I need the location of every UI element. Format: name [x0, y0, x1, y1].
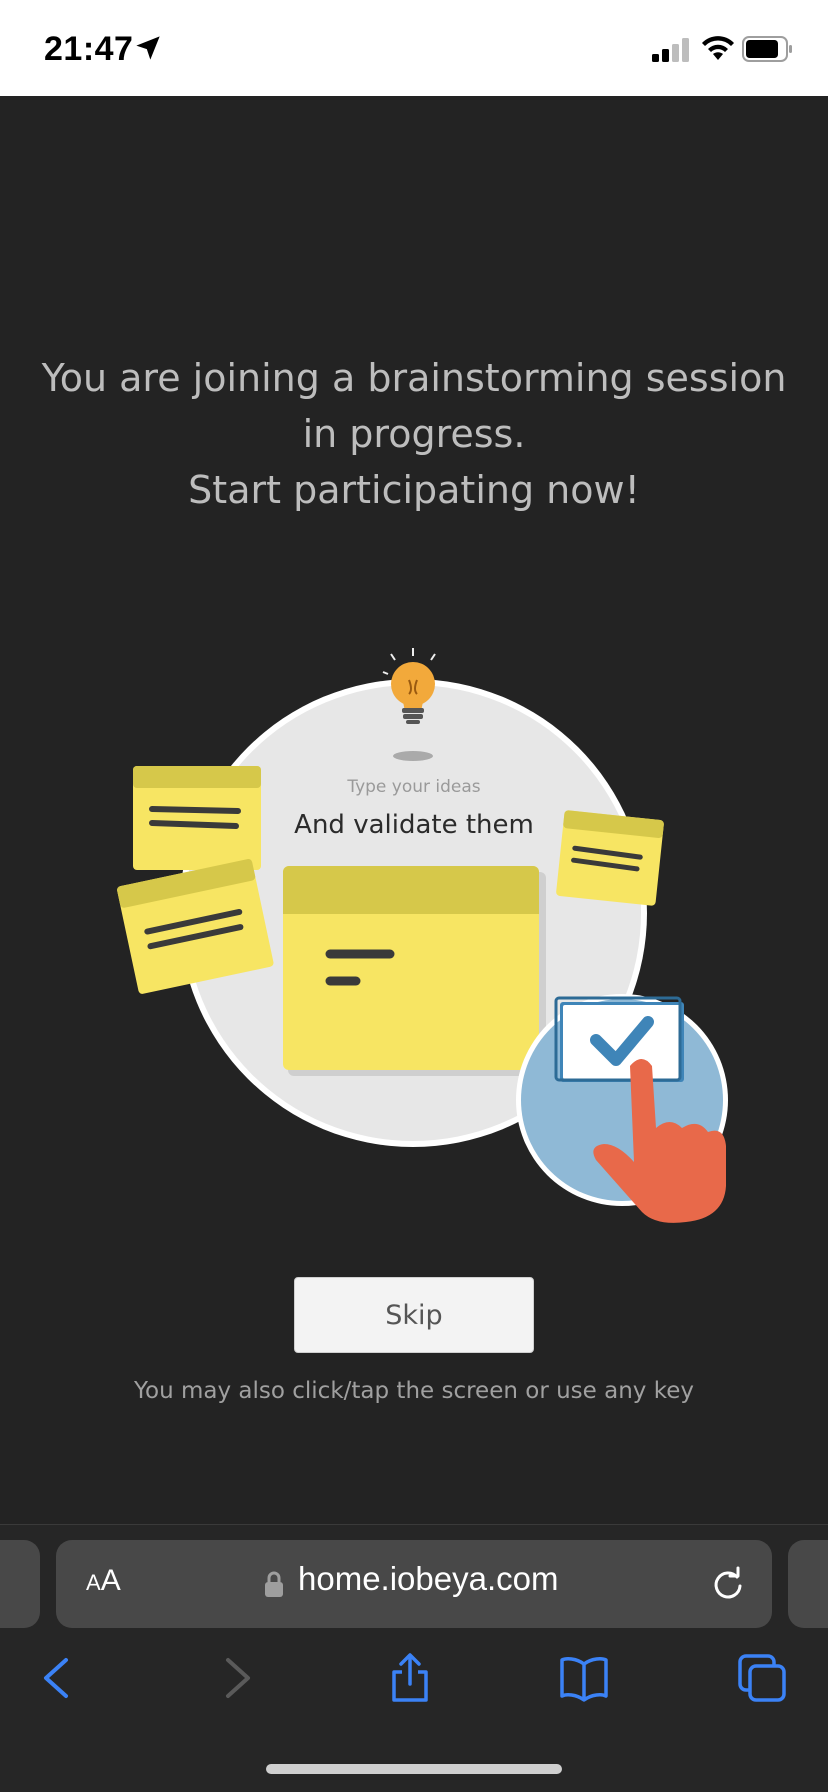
headline-line-2: in progress.	[302, 412, 526, 456]
sticky-note-center	[283, 866, 546, 1076]
location-arrow-icon	[136, 36, 160, 60]
bookmarks-icon[interactable]	[558, 1652, 610, 1704]
skip-button[interactable]: Skip	[294, 1277, 534, 1353]
sticky-note-right	[556, 810, 664, 906]
reload-icon[interactable]	[710, 1566, 746, 1602]
illustration-caption-small: Type your ideas	[347, 777, 481, 797]
back-icon[interactable]	[32, 1652, 84, 1704]
share-icon[interactable]	[384, 1652, 436, 1704]
text-size-button[interactable]: A A	[86, 1564, 136, 1604]
brainstorm-illustration	[117, 648, 728, 1223]
intro-headline: You are joining a brainstorming session …	[0, 350, 828, 518]
cellular-signal-icon	[652, 38, 689, 62]
validate-hand-icon	[516, 994, 728, 1223]
wifi-icon	[702, 36, 734, 60]
text-size-large-a: A	[100, 1564, 121, 1597]
text-size-small-a: A	[86, 1570, 101, 1595]
previous-tab-peek[interactable]	[0, 1540, 40, 1628]
headline-line-1: You are joining a brainstorming session	[41, 356, 787, 400]
status-time: 21:47	[44, 30, 134, 68]
url-text: home.iobeya.com	[298, 1560, 559, 1597]
tabs-icon[interactable]	[736, 1652, 788, 1704]
next-tab-peek[interactable]	[788, 1540, 828, 1628]
skip-hint-text: You may also click/tap the screen or use…	[134, 1378, 694, 1404]
lock-icon	[265, 1571, 283, 1597]
forward-icon[interactable]	[210, 1652, 262, 1704]
status-bar: 21:47	[0, 0, 828, 96]
illustration-caption-main: And validate them	[294, 810, 534, 840]
home-indicator	[266, 1764, 562, 1774]
sticky-note-top-left	[133, 766, 261, 870]
address-bar[interactable]: A A home.iobeya.com	[56, 1540, 772, 1628]
headline-line-3: Start participating now!	[188, 468, 640, 512]
battery-icon	[742, 36, 792, 62]
